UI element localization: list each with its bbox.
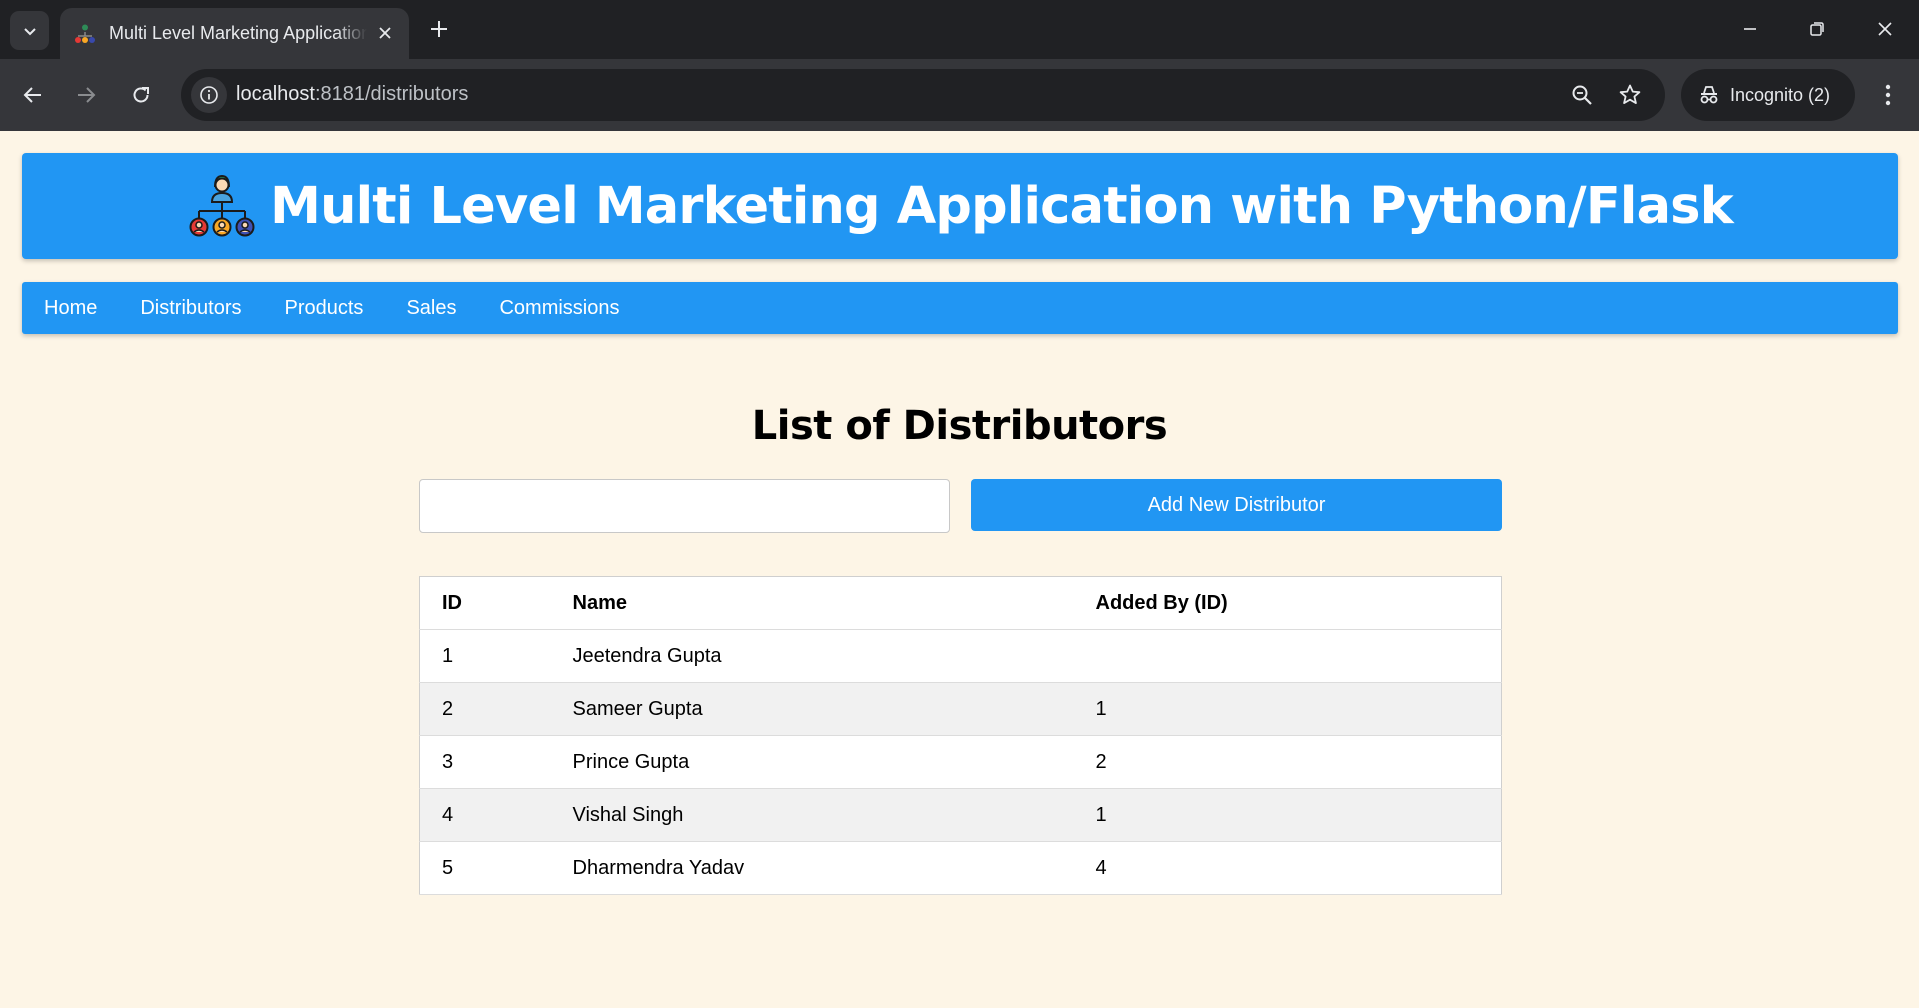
network-logo-icon: [189, 174, 255, 237]
favicon-icon: [73, 22, 97, 46]
table-header-row: ID Name Added By (ID): [419, 576, 1502, 630]
url-text[interactable]: localhost:8181/distributors: [236, 83, 468, 106]
more-menu-icon[interactable]: [1870, 77, 1906, 113]
incognito-indicator[interactable]: Incognito (2): [1681, 69, 1855, 121]
nav-link-home[interactable]: Home: [44, 297, 97, 320]
nav-link-distributors[interactable]: Distributors: [140, 297, 241, 320]
reload-icon[interactable]: [123, 77, 159, 113]
table-row: 3 Prince Gupta 2: [419, 735, 1502, 789]
add-new-distributor-button[interactable]: Add New Distributor: [971, 479, 1502, 531]
cell-added-by: 1: [1073, 682, 1502, 736]
incognito-label: Incognito (2): [1730, 84, 1831, 105]
zoom-icon[interactable]: [1565, 78, 1599, 112]
back-arrow-icon[interactable]: [15, 77, 51, 113]
cell-name: Vishal Singh: [550, 788, 1074, 842]
app-title: Multi Level Marketing Application with P…: [270, 176, 1734, 236]
nav-link-commissions[interactable]: Commissions: [499, 297, 619, 320]
browser-tab-strip: Multi Level Marketing Application with P…: [0, 0, 1919, 59]
cell-name: Prince Gupta: [550, 735, 1074, 789]
column-header-name: Name: [550, 576, 1074, 630]
address-bar[interactable]: localhost:8181/distributors: [181, 69, 1665, 121]
chevron-down-icon: [23, 27, 36, 35]
table-row: 2 Sameer Gupta 1: [419, 682, 1502, 736]
restore-window-icon[interactable]: [1789, 8, 1845, 50]
page-title: List of Distributors: [751, 403, 1168, 449]
app-header: Multi Level Marketing Application with P…: [22, 153, 1898, 259]
url-host: localhost: [236, 83, 315, 105]
incognito-icon: [1700, 86, 1718, 104]
new-tab-plus-icon[interactable]: [424, 14, 454, 44]
cell-id: 2: [419, 682, 551, 736]
cell-added-by: [1073, 629, 1502, 683]
cell-added-by: 2: [1073, 735, 1502, 789]
search-input[interactable]: [419, 479, 950, 533]
cell-name: Sameer Gupta: [550, 682, 1074, 736]
cell-name: Jeetendra Gupta: [550, 629, 1074, 683]
table-row: 5 Dharmendra Yadav 4: [419, 841, 1502, 895]
cell-id: 4: [419, 788, 551, 842]
cell-id: 5: [419, 841, 551, 895]
tab-search-button[interactable]: [10, 11, 49, 50]
nav-link-products[interactable]: Products: [285, 297, 364, 320]
browser-toolbar: localhost:8181/distributors Incognito (2…: [0, 59, 1919, 131]
tab-title: Multi Level Marketing Application with P…: [109, 23, 367, 43]
close-tab-icon[interactable]: [373, 21, 397, 45]
cell-id: 1: [419, 629, 551, 683]
cell-id: 3: [419, 735, 551, 789]
distributors-table: ID Name Added By (ID) 1 Jeetendra Gupta …: [419, 576, 1502, 895]
main-navbar: Home Distributors Products Sales Commiss…: [22, 282, 1898, 334]
nav-link-sales[interactable]: Sales: [406, 297, 456, 320]
table-row: 4 Vishal Singh 1: [419, 788, 1502, 842]
bookmark-star-icon[interactable]: [1613, 78, 1647, 112]
cell-name: Dharmendra Yadav: [550, 841, 1074, 895]
minimize-window-icon[interactable]: [1722, 8, 1778, 50]
cell-added-by: 1: [1073, 788, 1502, 842]
close-window-icon[interactable]: [1857, 8, 1913, 50]
column-header-added-by: Added By (ID): [1073, 576, 1502, 630]
forward-arrow-icon[interactable]: [68, 77, 104, 113]
browser-tab[interactable]: Multi Level Marketing Application with P…: [60, 8, 409, 59]
site-info-icon[interactable]: [191, 77, 227, 113]
column-header-id: ID: [419, 576, 551, 630]
cell-added-by: 4: [1073, 841, 1502, 895]
table-row: 1 Jeetendra Gupta: [419, 629, 1502, 683]
url-path: :8181/distributors: [314, 83, 469, 105]
